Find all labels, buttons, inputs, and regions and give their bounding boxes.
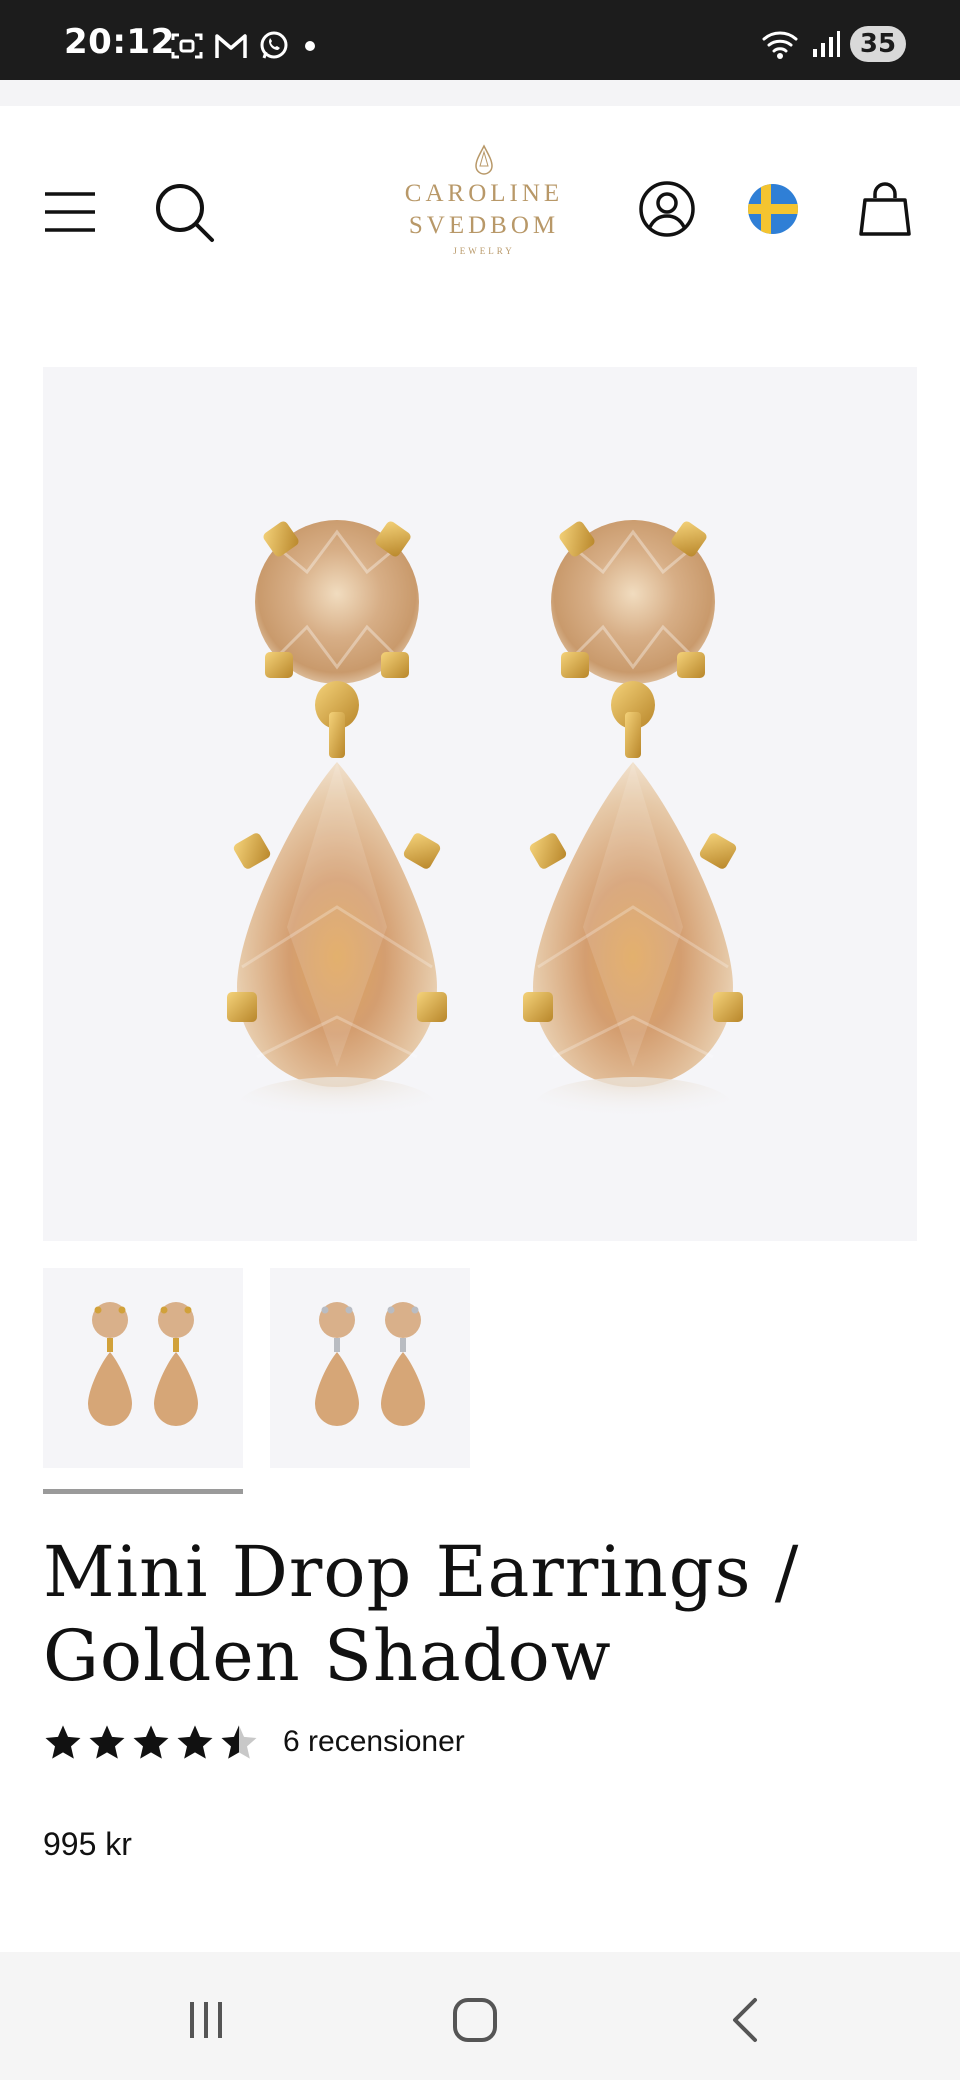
product-title-line-1: Mini Drop Earrings / — [43, 1531, 800, 1613]
site-header: CAROLINE SVEDBOM JEWELRY — [0, 106, 960, 312]
product-rating[interactable]: 6 recensioner — [43, 1722, 465, 1762]
logo-line-3: JEWELRY — [453, 246, 515, 256]
product-main-image[interactable] — [43, 367, 917, 1241]
thumbnail-selected-indicator — [43, 1489, 243, 1494]
gmail-icon — [215, 34, 247, 58]
screenshot-icon — [171, 33, 203, 59]
brand-logo[interactable]: CAROLINE SVEDBOM JEWELRY — [384, 144, 584, 256]
system-icons: 35 — [760, 26, 906, 62]
whatsapp-icon — [260, 31, 288, 59]
star-icon — [45, 1725, 81, 1759]
review-count-link[interactable]: 6 recensioner — [283, 1725, 465, 1759]
silver-earrings-thumbnail[interactable] — [270, 1268, 470, 1468]
star-icon — [133, 1725, 169, 1759]
gold-earrings-thumbnail[interactable] — [43, 1268, 243, 1468]
recent-apps-icon[interactable] — [176, 1990, 236, 2050]
left-earring — [227, 520, 447, 1137]
earrings-image — [227, 520, 743, 1137]
back-icon[interactable] — [715, 1990, 775, 2050]
logo-line-1: CAROLINE — [404, 180, 564, 207]
user-account-icon[interactable] — [636, 178, 698, 240]
battery-indicator: 35 — [850, 26, 906, 62]
product-price: 995 kr — [43, 1826, 132, 1862]
logo-line-2: SVEDBOM — [408, 212, 560, 239]
home-icon[interactable] — [445, 1990, 505, 2050]
hamburger-menu-icon[interactable] — [40, 182, 100, 242]
search-icon[interactable] — [150, 178, 220, 248]
product-title-line-2: Golden Shadow — [43, 1615, 612, 1697]
notification-icons — [170, 30, 320, 62]
logo-drop-icon — [475, 144, 493, 175]
status-bar: 20:12 35 — [0, 0, 960, 80]
signal-icon — [813, 31, 840, 57]
dot-icon — [305, 41, 315, 51]
thumbnail-image-silver — [315, 1302, 425, 1426]
sweden-flag-icon[interactable] — [746, 182, 800, 236]
system-navigation-bar — [0, 1952, 960, 2080]
shopping-bag-icon[interactable] — [854, 178, 916, 240]
top-strip — [0, 80, 960, 106]
half-star-icon — [221, 1725, 257, 1759]
star-icon — [177, 1725, 213, 1759]
right-earring — [523, 520, 743, 1137]
star-icon — [89, 1725, 125, 1759]
rating-stars — [43, 1722, 259, 1762]
thumbnail-image-gold — [88, 1302, 198, 1426]
product-title: Mini Drop Earrings / Golden Shadow — [43, 1530, 903, 1698]
wifi-icon — [762, 31, 798, 59]
status-time: 20:12 — [64, 22, 175, 62]
